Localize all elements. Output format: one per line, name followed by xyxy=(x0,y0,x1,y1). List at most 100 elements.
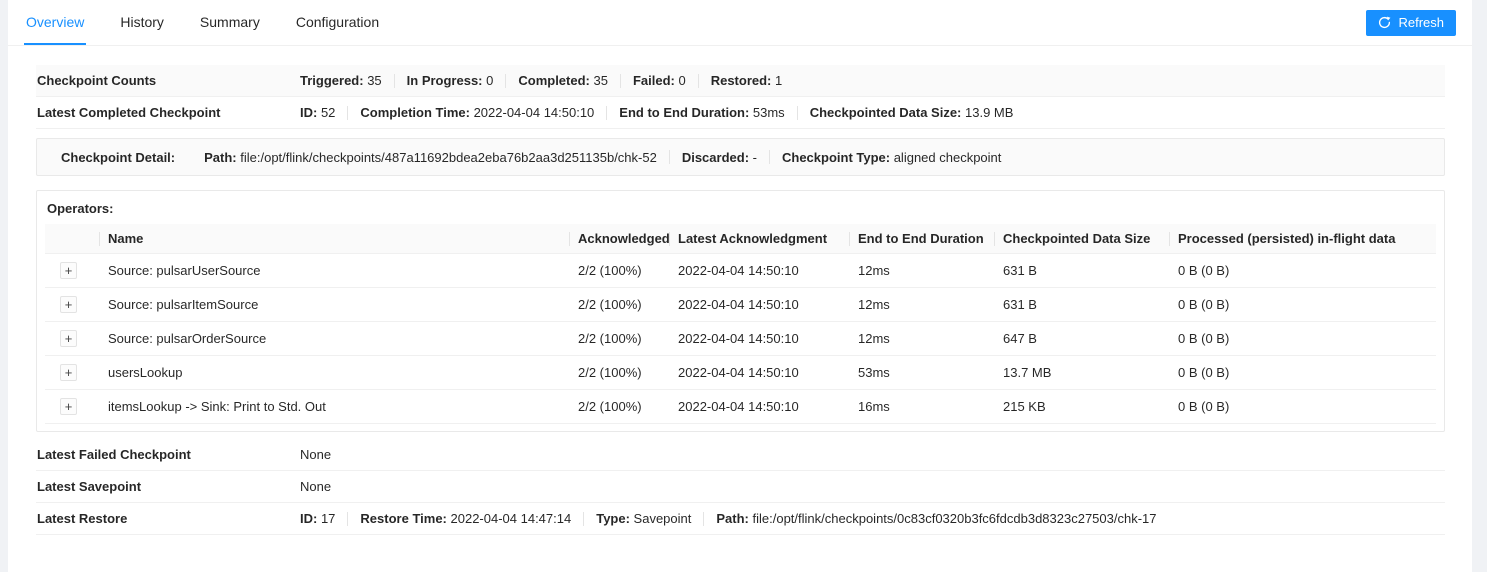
key-value: Triggered: 35 xyxy=(300,73,382,88)
key-value: In Progress: 0 xyxy=(406,73,494,88)
tab-bar-tabs: Overview History Summary Configuration xyxy=(24,0,413,45)
checkpoint-detail-box: Checkpoint Detail: Path: file:/opt/flink… xyxy=(36,138,1445,176)
desc-value: ID: 17 Restore Time: 2022-04-04 14:47:14 T… xyxy=(300,511,1157,526)
refresh-button[interactable]: Refresh xyxy=(1366,9,1456,36)
column-header: Name xyxy=(100,224,570,254)
table-cell: 2022-04-04 14:50:10 xyxy=(670,253,850,288)
column-header: Latest Acknowledgment xyxy=(670,224,850,254)
checkpoints-panel: Overview History Summary Configuration Refr… xyxy=(8,0,1472,572)
key-value: Failed: 0 xyxy=(632,73,686,88)
divider xyxy=(619,73,621,88)
overview-rows: Checkpoint Counts Triggered: 35 In Progres… xyxy=(36,65,1445,129)
table-row: + usersLookup 2/2 (100%) 2022-04-04 14:50:1… xyxy=(45,355,1436,390)
desc-row: Latest Failed Checkpoint None xyxy=(36,439,1445,471)
table-cell: 2022-04-04 14:50:10 xyxy=(670,389,850,424)
tab-summary[interactable]: Summary xyxy=(198,0,262,45)
column-header: Acknowledged xyxy=(570,224,670,254)
divider xyxy=(583,511,585,526)
key-value: End to End Duration: 53ms xyxy=(619,105,785,120)
expand-row-button[interactable]: + xyxy=(60,364,77,381)
table-row: + Source: pulsarOrderSource 2/2 (100%) 2022… xyxy=(45,321,1436,356)
table-cell: 53ms xyxy=(850,355,995,390)
key-value: Completed: 35 xyxy=(518,73,608,88)
key-value: Path: file:/opt/flink/checkpoints/0c83cf… xyxy=(716,511,1157,526)
footer-rows: Latest Failed Checkpoint None Latest Savep… xyxy=(36,439,1445,535)
desc-label: Latest Savepoint xyxy=(37,479,142,494)
operators-table-body: + Source: pulsarUserSource 2/2 (100%) 2022-… xyxy=(45,253,1436,424)
key-value: None xyxy=(300,447,332,462)
checkpoint-detail-items: Path: file:/opt/flink/checkpoints/487a11… xyxy=(204,150,1001,165)
table-cell: 0 B (0 B) xyxy=(1170,321,1436,356)
expand-cell: + xyxy=(45,321,100,356)
expand-row-button[interactable]: + xyxy=(60,330,77,347)
desc-row: Latest Restore ID: 17 Restore Time: 2022-0… xyxy=(36,503,1445,535)
tab-history[interactable]: History xyxy=(118,0,166,45)
table-cell: 631 B xyxy=(995,287,1170,322)
desc-label: Checkpoint Counts xyxy=(37,73,157,88)
column-header: End to End Duration xyxy=(850,224,995,254)
table-cell: itemsLookup -> Sink: Print to Std. Out xyxy=(100,389,570,424)
table-cell: 647 B xyxy=(995,321,1170,356)
table-cell: 12ms xyxy=(850,321,995,356)
desc-value: ID: 52 Completion Time: 2022-04-04 14:50:… xyxy=(300,105,1013,120)
table-cell: 13.7 MB xyxy=(995,355,1170,390)
tab-overview[interactable]: Overview xyxy=(24,0,87,45)
column-header: Checkpointed Data Size xyxy=(995,224,1170,254)
desc-value: None xyxy=(300,447,331,462)
table-cell: usersLookup xyxy=(100,355,570,390)
table-cell: 2/2 (100%) xyxy=(570,321,670,356)
desc-label: Latest Restore xyxy=(37,511,128,526)
expand-row-button[interactable]: + xyxy=(60,398,77,415)
table-row: + Source: pulsarItemSource 2/2 (100%) 2022-… xyxy=(45,287,1436,322)
table-cell: 2022-04-04 14:50:10 xyxy=(670,355,850,390)
divider xyxy=(796,105,798,120)
table-cell: 2/2 (100%) xyxy=(570,253,670,288)
key-value: None xyxy=(300,479,332,494)
divider xyxy=(606,105,608,120)
desc-row: Latest Savepoint None xyxy=(36,471,1445,503)
expand-cell: + xyxy=(45,355,100,390)
divider xyxy=(703,511,705,526)
expand-row-button[interactable]: + xyxy=(60,262,77,279)
table-cell: Source: pulsarUserSource xyxy=(100,253,570,288)
table-cell: 2/2 (100%) xyxy=(570,355,670,390)
divider xyxy=(505,73,507,88)
overview-content: Checkpoint Counts Triggered: 35 In Progres… xyxy=(8,46,1472,535)
key-value: Type: Savepoint xyxy=(596,511,692,526)
operators-table: Name Acknowledged Latest Acknowledgment End… xyxy=(45,224,1436,424)
table-cell: 2022-04-04 14:50:10 xyxy=(670,287,850,322)
table-cell: 2/2 (100%) xyxy=(570,389,670,424)
key-value: Restore Time: 2022-04-04 14:47:14 xyxy=(360,511,572,526)
table-cell: 0 B (0 B) xyxy=(1170,355,1436,390)
table-cell: 12ms xyxy=(850,287,995,322)
operators-box: Operators: Name Acknowledged Latest Acknow… xyxy=(36,190,1445,432)
table-cell: 2/2 (100%) xyxy=(570,287,670,322)
table-row: + Source: pulsarUserSource 2/2 (100%) 2022-… xyxy=(45,253,1436,288)
table-cell: 631 B xyxy=(995,253,1170,288)
divider xyxy=(697,73,699,88)
divider xyxy=(668,150,670,164)
operators-header-row: Name Acknowledged Latest Acknowledgment End… xyxy=(45,224,1436,254)
checkpoint-detail-label: Checkpoint Detail: xyxy=(61,149,176,165)
desc-row: Checkpoint Counts Triggered: 35 In Progres… xyxy=(36,65,1445,97)
table-row: + itemsLookup -> Sink: Print to Std. Out 2… xyxy=(45,389,1436,424)
tab-configuration[interactable]: Configuration xyxy=(294,0,381,45)
desc-row: Latest Completed Checkpoint ID: 52 Complet… xyxy=(36,97,1445,129)
divider xyxy=(347,105,349,120)
divider xyxy=(347,511,349,526)
key-value: ID: 52 xyxy=(300,105,336,120)
key-value: Restored: 1 xyxy=(710,73,783,88)
key-value: Checkpointed Data Size: 13.9 MB xyxy=(809,105,1014,120)
refresh-button-label: Refresh xyxy=(1398,15,1444,30)
expand-row-button[interactable]: + xyxy=(60,296,77,313)
desc-label: Latest Failed Checkpoint xyxy=(37,447,191,462)
column-header: Processed (persisted) in-flight data xyxy=(1170,224,1436,254)
table-cell: 12ms xyxy=(850,253,995,288)
table-cell: 16ms xyxy=(850,389,995,424)
key-value: Completion Time: 2022-04-04 14:50:10 xyxy=(360,105,595,120)
expand-cell: + xyxy=(45,287,100,322)
table-cell: 2022-04-04 14:50:10 xyxy=(670,321,850,356)
divider xyxy=(768,150,770,164)
tab-bar: Overview History Summary Configuration Refr… xyxy=(8,0,1472,46)
expand-cell: + xyxy=(45,253,100,288)
